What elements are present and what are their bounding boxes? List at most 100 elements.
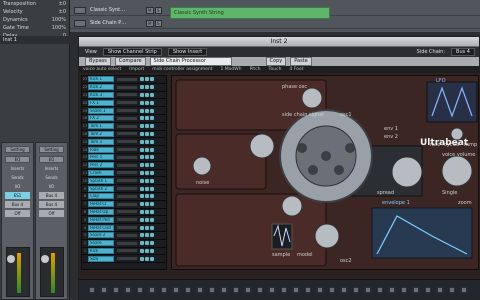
- track-name[interactable]: Classic Synt…: [90, 5, 125, 16]
- voice-volume-slider[interactable]: [117, 155, 137, 159]
- step-button[interactable]: [389, 287, 395, 293]
- voice-toggle-icon[interactable]: [150, 139, 154, 144]
- voice-toggle-icon[interactable]: [145, 155, 149, 160]
- voice-toggle-icon[interactable]: [145, 248, 149, 253]
- voice-toggle-icon[interactable]: [145, 256, 149, 261]
- voice-toggle-icon[interactable]: [150, 92, 154, 97]
- voice-toggle-icon[interactable]: [145, 178, 149, 183]
- voice-toggle-icon[interactable]: [150, 100, 154, 105]
- voice-toggle-icon[interactable]: [140, 233, 144, 238]
- voice-name[interactable]: Snare 2: [88, 232, 114, 239]
- output-slot[interactable]: Bus 4: [5, 201, 30, 208]
- voice-toggle-icon[interactable]: [140, 241, 144, 246]
- voice-toggle-icon[interactable]: [140, 124, 144, 129]
- voice-toggle-icon[interactable]: [145, 116, 149, 121]
- solo-button[interactable]: S: [154, 7, 162, 14]
- voice-row[interactable]: 5 HiHat Ped: [82, 216, 166, 225]
- voice-name[interactable]: FX 2: [88, 115, 114, 122]
- voice-toggle-icon[interactable]: [150, 241, 154, 246]
- voice-toggle-icon[interactable]: [150, 248, 154, 253]
- param-value[interactable]: 100%: [52, 16, 66, 24]
- voice-name[interactable]: Snare 1: [88, 107, 114, 114]
- voice-toggle-icon[interactable]: [145, 92, 149, 97]
- voice-mute-solo[interactable]: [140, 85, 154, 90]
- voice-name[interactable]: HiHat Clsd: [88, 224, 114, 231]
- voice-toggle-icon[interactable]: [145, 233, 149, 238]
- ultrabeat-menu-item[interactable]: 1 ModWh: [220, 66, 241, 73]
- voice-mute-solo[interactable]: [140, 178, 154, 183]
- voice-toggle-icon[interactable]: [140, 116, 144, 121]
- voice-toggle-icon[interactable]: [140, 209, 144, 214]
- voice-mute-solo[interactable]: [140, 217, 154, 222]
- voice-row[interactable]: 7 HiHat Cl: [82, 201, 166, 209]
- step-button[interactable]: [125, 287, 131, 293]
- voice-row[interactable]: 6 HiHat Op: [82, 208, 166, 217]
- voice-toggle-icon[interactable]: [140, 163, 144, 168]
- voice-toggle-icon[interactable]: [145, 209, 149, 214]
- voice-toggle-icon[interactable]: [140, 194, 144, 199]
- voice-toggle-icon[interactable]: [150, 178, 154, 183]
- voice-row[interactable]: 13 Perc 1: [82, 154, 166, 162]
- voice-toggle-icon[interactable]: [150, 202, 154, 207]
- voice-mute-solo[interactable]: [140, 77, 154, 82]
- output-slot[interactable]: Bus 4: [39, 201, 64, 208]
- voice-volume-slider[interactable]: [117, 109, 137, 113]
- voice-mute-solo[interactable]: [140, 131, 154, 136]
- voice-row[interactable]: 9 Splash 2: [82, 185, 166, 193]
- voice-toggle-icon[interactable]: [145, 217, 149, 222]
- voice-volume-slider[interactable]: [117, 226, 137, 230]
- voice-name[interactable]: FX 1: [88, 99, 114, 106]
- voice-toggle-icon[interactable]: [150, 155, 154, 160]
- voice-name[interactable]: Ride: [88, 146, 114, 153]
- track-row[interactable]: Classic Synt… MS Classic Synth String: [70, 5, 480, 19]
- setting-button[interactable]: Setting: [39, 146, 64, 153]
- voice-name[interactable]: Clap: [88, 193, 114, 200]
- step-button[interactable]: [101, 287, 107, 293]
- voice-row[interactable]: 15 Tom 3: [82, 138, 166, 147]
- param-value[interactable]: ±0: [59, 8, 66, 16]
- preset-menu[interactable]: Side Chain Processor: [149, 57, 232, 66]
- voice-toggle-icon[interactable]: [150, 186, 154, 191]
- step-button[interactable]: [245, 287, 251, 293]
- param-value[interactable]: ±0: [59, 0, 66, 8]
- voice-toggle-icon[interactable]: [140, 248, 144, 253]
- voice-mute-solo[interactable]: [140, 186, 154, 191]
- voice-volume-slider[interactable]: [117, 132, 137, 136]
- voice-toggle-icon[interactable]: [140, 256, 144, 261]
- voice-toggle-icon[interactable]: [145, 170, 149, 175]
- voice-toggle-icon[interactable]: [140, 92, 144, 97]
- param-row[interactable]: Gate Time 100%: [0, 24, 69, 32]
- voice-mute-solo[interactable]: [140, 209, 154, 214]
- step-button[interactable]: [341, 287, 347, 293]
- voice-name[interactable]: Kick: [88, 247, 114, 254]
- voice-toggle-icon[interactable]: [150, 163, 154, 168]
- voice-mute-solo[interactable]: [140, 92, 154, 97]
- voice-mute-solo[interactable]: [140, 100, 154, 105]
- compare-button[interactable]: Compare: [114, 57, 146, 66]
- pan-knob[interactable]: [41, 255, 49, 263]
- step-button[interactable]: [353, 287, 359, 293]
- voice-row[interactable]: 1 Kick: [82, 247, 166, 256]
- voice-mute-solo[interactable]: [140, 225, 154, 230]
- step-button[interactable]: [269, 287, 275, 293]
- voice-mute-solo[interactable]: [140, 116, 154, 121]
- track-row[interactable]: Side Chain P… MS: [70, 18, 480, 29]
- voice-toggle-icon[interactable]: [150, 194, 154, 199]
- voice-volume-slider[interactable]: [117, 171, 137, 175]
- voice-toggle-icon[interactable]: [140, 108, 144, 113]
- voice-row[interactable]: 3 Snare 2: [82, 232, 166, 240]
- voice-toggle-icon[interactable]: [140, 77, 144, 82]
- voice-toggle-icon[interactable]: [140, 225, 144, 230]
- ultrabeat-menu-item[interactable]: Import: [129, 66, 144, 73]
- voice-name[interactable]: Tom 3: [88, 138, 114, 145]
- voice-toggle-icon[interactable]: [150, 209, 154, 214]
- step-button[interactable]: [317, 287, 323, 293]
- voice-name[interactable]: HiHat Op: [88, 208, 114, 215]
- bypass-button[interactable]: Bypass: [85, 57, 111, 66]
- voice-name[interactable]: Tom 2: [88, 130, 114, 137]
- voice-mute-solo[interactable]: [140, 163, 154, 168]
- copy-button[interactable]: Copy: [265, 57, 287, 66]
- voice-mute-solo[interactable]: [140, 256, 154, 261]
- voice-volume-slider[interactable]: [117, 148, 137, 152]
- step-button[interactable]: [401, 287, 407, 293]
